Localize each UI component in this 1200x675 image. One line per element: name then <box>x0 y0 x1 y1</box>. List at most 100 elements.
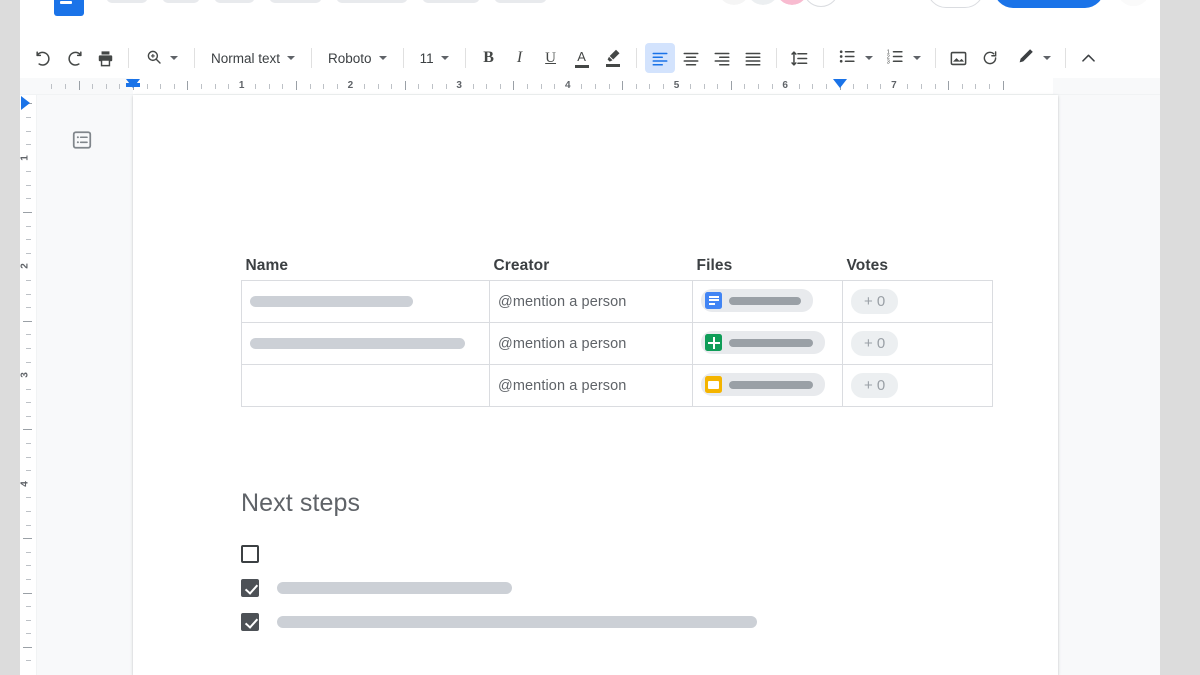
menu-tools[interactable] <box>422 0 480 3</box>
clear-formatting-icon[interactable] <box>975 43 1005 73</box>
table-row[interactable]: @mention a person + 0 <box>241 280 993 323</box>
cell-files[interactable] <box>692 322 843 365</box>
ruler-tick <box>635 84 637 89</box>
zoom-control[interactable] <box>137 43 186 73</box>
docs-logo-icon[interactable] <box>54 0 84 16</box>
outline-rail <box>37 95 133 675</box>
ruler-number: 3 <box>456 80 462 91</box>
align-center-icon[interactable] <box>676 43 706 73</box>
checkbox-unchecked[interactable] <box>241 545 259 563</box>
vote-chip[interactable]: + 0 <box>851 331 899 356</box>
cell-files[interactable] <box>692 364 843 407</box>
vertical-ruler[interactable]: 1 2 3 4 <box>20 95 37 675</box>
checkbox-checked[interactable] <box>241 579 259 597</box>
column-header-files: Files <box>696 257 733 274</box>
cell-name[interactable] <box>241 322 490 365</box>
list-item[interactable] <box>241 545 950 563</box>
collaborator-avatar-3[interactable] <box>773 0 810 7</box>
document-page[interactable]: Name Creator Files Votes @mention a pers… <box>133 95 1058 675</box>
cell-name[interactable] <box>241 280 490 323</box>
account-avatar[interactable] <box>1117 0 1150 6</box>
checklist-text-placeholder <box>277 582 512 594</box>
ruler-tick <box>853 84 855 89</box>
ruler-number: 4 <box>565 80 571 91</box>
font-family-dropdown[interactable]: Roboto <box>320 43 395 73</box>
google-sheets-file-icon <box>705 334 722 351</box>
ruler-tick <box>608 84 610 89</box>
top-margin-marker[interactable] <box>21 96 30 110</box>
cell-creator[interactable]: @mention a person <box>489 364 693 407</box>
cell-name[interactable] <box>241 364 490 407</box>
svg-text:3: 3 <box>886 60 889 66</box>
ruler-tick <box>880 84 882 89</box>
collaborator-avatars <box>715 0 839 7</box>
ruler-tick <box>323 84 325 89</box>
editing-mode-dropdown[interactable] <box>1010 43 1057 73</box>
bold-label: B <box>483 49 494 66</box>
menu-format[interactable] <box>336 0 408 3</box>
cell-files[interactable] <box>692 280 843 323</box>
italic-button[interactable]: I <box>505 43 535 73</box>
ruler-tick <box>513 81 515 90</box>
insert-image-icon[interactable] <box>944 43 974 73</box>
column-header-creator: Creator <box>493 257 550 274</box>
underline-button[interactable]: U <box>536 43 566 73</box>
highlight-pen-icon[interactable] <box>598 43 628 73</box>
collaborator-avatar-1[interactable] <box>715 0 752 7</box>
google-meet-button[interactable] <box>926 0 984 8</box>
toolbar-separator <box>1064 48 1066 68</box>
ruler-tick <box>907 84 909 89</box>
ruler-tick <box>23 592 32 594</box>
comment-icon[interactable] <box>885 0 923 8</box>
document-outline-icon[interactable] <box>67 125 97 155</box>
ruler-tick <box>23 429 32 431</box>
horizontal-ruler[interactable]: 1 2 3 4 5 6 7 <box>20 78 1160 95</box>
menu-edit[interactable] <box>162 0 200 3</box>
vote-chip[interactable]: + 0 <box>851 373 899 398</box>
right-indent-marker[interactable] <box>833 79 847 88</box>
collaborator-avatar-2[interactable] <box>744 0 781 7</box>
menu-view[interactable] <box>214 0 255 3</box>
list-item[interactable] <box>241 613 950 631</box>
cell-creator[interactable]: @mention a person <box>489 322 693 365</box>
cell-votes[interactable]: + 0 <box>842 322 993 365</box>
bulleted-list-dropdown[interactable] <box>832 43 879 73</box>
chevron-up-icon[interactable] <box>1074 43 1104 73</box>
font-size-dropdown[interactable]: 11 <box>412 43 457 73</box>
redo-icon[interactable] <box>59 43 89 73</box>
bold-button[interactable]: B <box>474 43 504 73</box>
ruler-number: 7 <box>891 80 897 91</box>
table-row[interactable]: @mention a person + 0 <box>241 322 993 365</box>
align-right-icon[interactable] <box>707 43 737 73</box>
column-header-name: Name <box>245 257 289 274</box>
text-color-button[interactable]: A <box>567 43 597 73</box>
cell-votes[interactable]: + 0 <box>842 364 993 407</box>
align-left-icon[interactable] <box>644 43 675 73</box>
vote-chip[interactable]: + 0 <box>851 289 899 314</box>
text-color-swatch <box>574 64 589 68</box>
undo-icon[interactable] <box>28 43 58 73</box>
print-icon[interactable] <box>90 43 120 73</box>
left-indent-marker[interactable] <box>126 79 140 88</box>
activity-trending-icon[interactable] <box>843 0 881 8</box>
checkbox-checked[interactable] <box>241 613 259 631</box>
menu-insert[interactable] <box>269 0 322 3</box>
align-justify-icon[interactable] <box>738 43 768 73</box>
cell-votes[interactable]: + 0 <box>842 280 993 323</box>
numbered-list-dropdown[interactable]: 1 2 3 <box>880 43 927 73</box>
name-placeholder <box>250 296 413 307</box>
file-smart-chip[interactable] <box>701 373 825 396</box>
cell-creator[interactable]: @mention a person <box>489 280 693 323</box>
menu-bar <box>106 0 547 3</box>
line-spacing-icon[interactable] <box>785 43 815 73</box>
add-people-icon[interactable] <box>802 0 839 7</box>
menu-file[interactable] <box>106 0 148 3</box>
menu-help[interactable] <box>494 0 547 3</box>
table-row[interactable]: @mention a person + 0 <box>241 364 993 407</box>
share-button[interactable]: Share <box>993 0 1104 8</box>
list-item[interactable] <box>241 579 950 597</box>
file-smart-chip[interactable] <box>701 289 813 312</box>
file-name-placeholder <box>729 338 813 347</box>
paragraph-style-dropdown[interactable]: Normal text <box>203 43 303 73</box>
file-smart-chip[interactable] <box>701 331 825 354</box>
